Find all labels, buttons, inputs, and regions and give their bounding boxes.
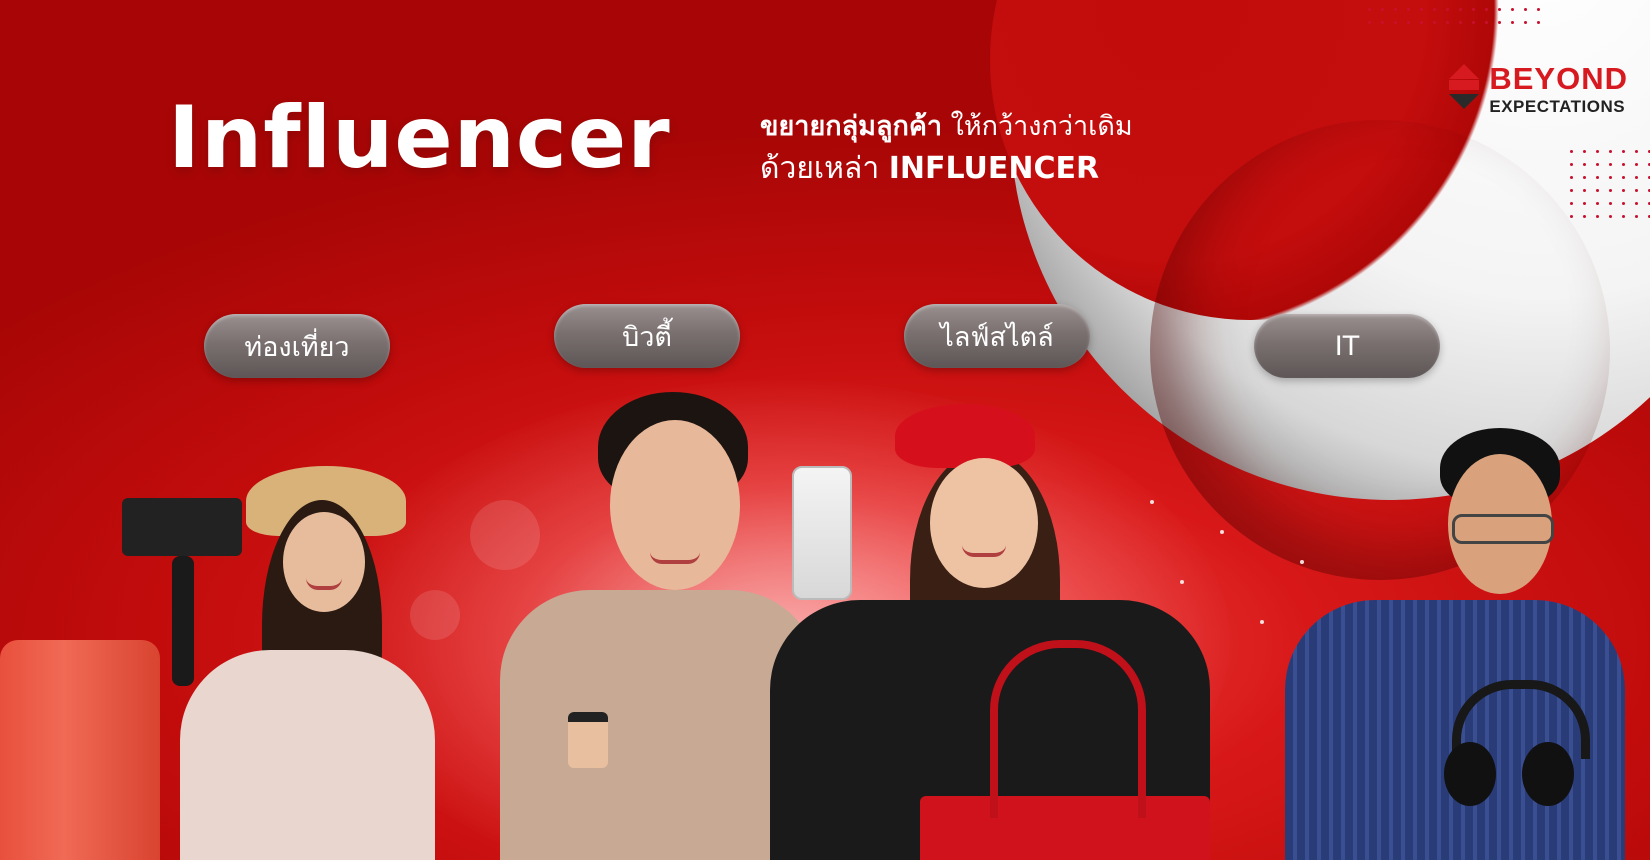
category-pill-it[interactable]: IT xyxy=(1254,314,1440,378)
category-pill-travel[interactable]: ท่องเที่ยว xyxy=(204,314,390,378)
smartphone-icon xyxy=(792,466,852,600)
category-pill-beauty[interactable]: บิวตี้ xyxy=(554,304,740,368)
suitcase-icon xyxy=(0,640,160,860)
sparkle xyxy=(1300,560,1304,564)
category-pill-lifestyle[interactable]: ไลฟ์สไตล์ xyxy=(904,304,1090,368)
headphone-ear-cup xyxy=(1444,742,1496,806)
headphone-ear-cup xyxy=(1522,742,1574,806)
tripod-icon xyxy=(172,556,194,686)
tagline-rest-2: ด้วยเหล่า xyxy=(760,151,889,186)
serum-bottle-icon xyxy=(568,712,608,768)
logo-chevron-icon xyxy=(1447,62,1481,116)
tagline-bold-1: ขยายกลุ่มลูกค้า xyxy=(760,111,943,142)
tagline-line-2: ด้วยเหล่า INFLUENCER xyxy=(760,148,1133,190)
tagline-line-1: ขยายกลุ่มลูกค้า ให้กว้างกว่าเดิม xyxy=(760,106,1133,148)
sparkle xyxy=(1150,500,1154,504)
bokeh-circle xyxy=(470,500,540,570)
brand-logo: BEYOND EXPECTATIONS xyxy=(1447,62,1628,116)
tagline-bold-2: INFLUENCER xyxy=(888,151,1100,186)
page-title: Influencer xyxy=(168,88,671,188)
decor-dots-right xyxy=(1570,150,1650,218)
sparkle xyxy=(1260,620,1264,624)
sparkle xyxy=(1220,530,1224,534)
sparkle xyxy=(1180,580,1184,584)
logo-line-2: EXPECTATIONS xyxy=(1489,97,1626,116)
bokeh-circle xyxy=(410,590,460,640)
handbag-strap xyxy=(990,640,1146,818)
tagline-rest-1: ให้กว้างกว่าเดิม xyxy=(942,111,1133,142)
glasses-icon xyxy=(1452,514,1554,544)
decor-dots-top xyxy=(1368,8,1540,24)
logo-line-1: BEYOND xyxy=(1489,61,1628,96)
phone-on-tripod-icon xyxy=(122,498,242,556)
logo-text: BEYOND EXPECTATIONS xyxy=(1489,63,1628,115)
influencer-banner: Influencer ขยายกลุ่มลูกค้า ให้กว้างกว่าเ… xyxy=(0,0,1650,860)
red-beret-icon xyxy=(895,404,1035,468)
tagline: ขยายกลุ่มลูกค้า ให้กว้างกว่าเดิม ด้วยเหล… xyxy=(760,106,1133,190)
